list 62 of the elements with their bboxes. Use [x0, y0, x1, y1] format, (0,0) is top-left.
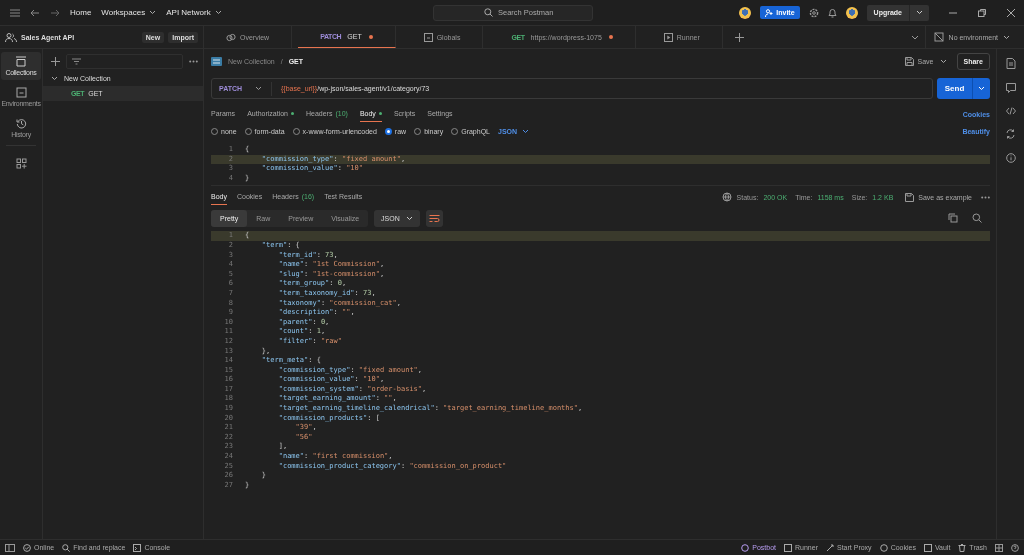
caret-icon — [522, 128, 530, 134]
search-icon — [62, 543, 71, 552]
code-icon[interactable] — [1005, 107, 1016, 115]
caret-icon — [405, 215, 413, 221]
add-tab-icon[interactable] — [734, 32, 744, 42]
chevron-down-icon[interactable] — [910, 34, 919, 40]
history-icon — [15, 118, 27, 129]
check-circle-icon — [23, 543, 31, 552]
nav-link[interactable]: Workspaces — [101, 8, 157, 17]
circle-icon — [741, 543, 750, 552]
caret-icon — [214, 10, 222, 15]
window-icon — [423, 32, 433, 42]
back-arrow-icon[interactable] — [30, 8, 40, 17]
document-icon[interactable] — [1005, 58, 1016, 69]
floppy-icon — [904, 56, 914, 66]
apps-icon — [15, 157, 27, 169]
sync-icon[interactable] — [1006, 129, 1015, 139]
add-person-icon — [765, 8, 774, 17]
team-icon — [5, 32, 17, 42]
search-icon[interactable] — [972, 213, 982, 224]
add-icon[interactable] — [51, 56, 60, 66]
help-icon[interactable] — [1011, 543, 1019, 552]
globe-icon[interactable] — [721, 192, 732, 203]
square-icon — [784, 543, 793, 552]
caret-icon — [149, 10, 157, 15]
close-icon[interactable] — [1006, 7, 1016, 18]
sidebar-toggle-icon[interactable] — [5, 543, 15, 552]
forward-arrow-icon[interactable] — [50, 8, 60, 17]
terminal-icon — [133, 543, 142, 552]
caret-icon — [255, 86, 262, 91]
http-request-icon — [211, 56, 222, 66]
more-icon[interactable] — [981, 195, 990, 199]
filter-icon — [72, 57, 81, 65]
avatar-icon[interactable] — [739, 6, 752, 19]
tray-icon — [15, 56, 27, 67]
square-icon — [923, 543, 932, 552]
search-icon — [484, 8, 493, 17]
caret-icon[interactable] — [916, 10, 923, 15]
trash-icon — [958, 543, 967, 552]
copy-icon[interactable] — [948, 213, 958, 224]
play-icon — [663, 32, 673, 42]
wrap-lines-icon[interactable] — [425, 209, 443, 227]
overview-icon — [226, 32, 236, 42]
bell-icon[interactable] — [827, 7, 837, 18]
grid-icon[interactable] — [995, 543, 1003, 552]
avatar-icon[interactable] — [845, 6, 858, 19]
comment-icon[interactable] — [1005, 83, 1016, 93]
more-icon[interactable] — [189, 59, 198, 63]
circle-icon — [879, 543, 888, 552]
caret-icon — [1003, 34, 1010, 40]
filter-field[interactable] — [66, 53, 183, 69]
nav-link[interactable]: API Network — [166, 8, 222, 17]
restore-icon[interactable] — [977, 7, 987, 18]
no-environment-icon — [933, 32, 944, 42]
settings-icon[interactable] — [808, 7, 819, 18]
caret-icon[interactable] — [939, 58, 947, 64]
caret-icon — [51, 76, 58, 81]
window-icon — [15, 87, 27, 98]
nav-link[interactable]: Home — [70, 8, 92, 17]
floppy-icon — [905, 192, 915, 202]
arrow-icon — [826, 543, 834, 552]
info-icon[interactable] — [1005, 153, 1016, 163]
